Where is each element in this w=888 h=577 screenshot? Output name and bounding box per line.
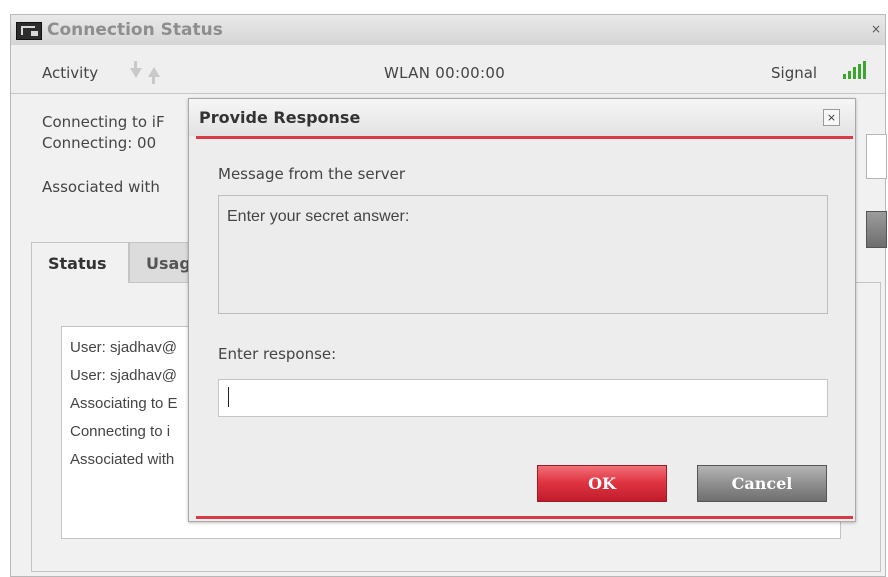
signal-strength-icon [843,61,869,79]
provide-response-dialog: Provide Response × Message from the serv… [188,98,856,522]
list-item: Associating to E [70,395,178,412]
association-info-line: Associated with [42,178,160,196]
wlan-timer: WLAN 00:00:00 [384,64,506,82]
dialog-accent-divider [196,516,853,519]
list-item: Associated with [70,451,175,468]
server-message-box: Enter your secret answer: [218,195,828,314]
dialog-close-icon[interactable]: × [823,109,840,126]
dialog-titlebar[interactable]: Provide Response × [189,99,855,136]
activity-label: Activity [42,64,99,82]
message-label: Message from the server [218,165,406,183]
dialog-title: Provide Response [199,108,361,127]
connection-info-line: Connecting to iF [42,113,165,131]
app-icon [16,22,42,40]
list-item: User: sjadhav@ [70,367,177,384]
background-field [866,134,887,179]
background-button[interactable] [866,211,887,248]
window-titlebar[interactable]: Connection Status × [11,15,885,46]
response-input[interactable] [218,379,828,417]
window-title: Connection Status [47,20,223,40]
window-close-icon[interactable]: × [869,22,883,37]
list-item: User: sjadhav@ [70,339,177,356]
text-caret [228,387,229,407]
signal-label: Signal [771,64,818,82]
tab-status[interactable]: Status [31,242,129,283]
list-item: Connecting to i [70,423,171,440]
response-label: Enter response: [218,345,337,363]
status-bar: Activity WLAN 00:00:00 Signal [11,45,885,94]
connection-info-line: Connecting: 00 [42,134,157,152]
dialog-accent-divider [196,136,853,139]
ok-button[interactable]: OK [537,465,667,502]
cancel-button[interactable]: Cancel [697,465,827,502]
